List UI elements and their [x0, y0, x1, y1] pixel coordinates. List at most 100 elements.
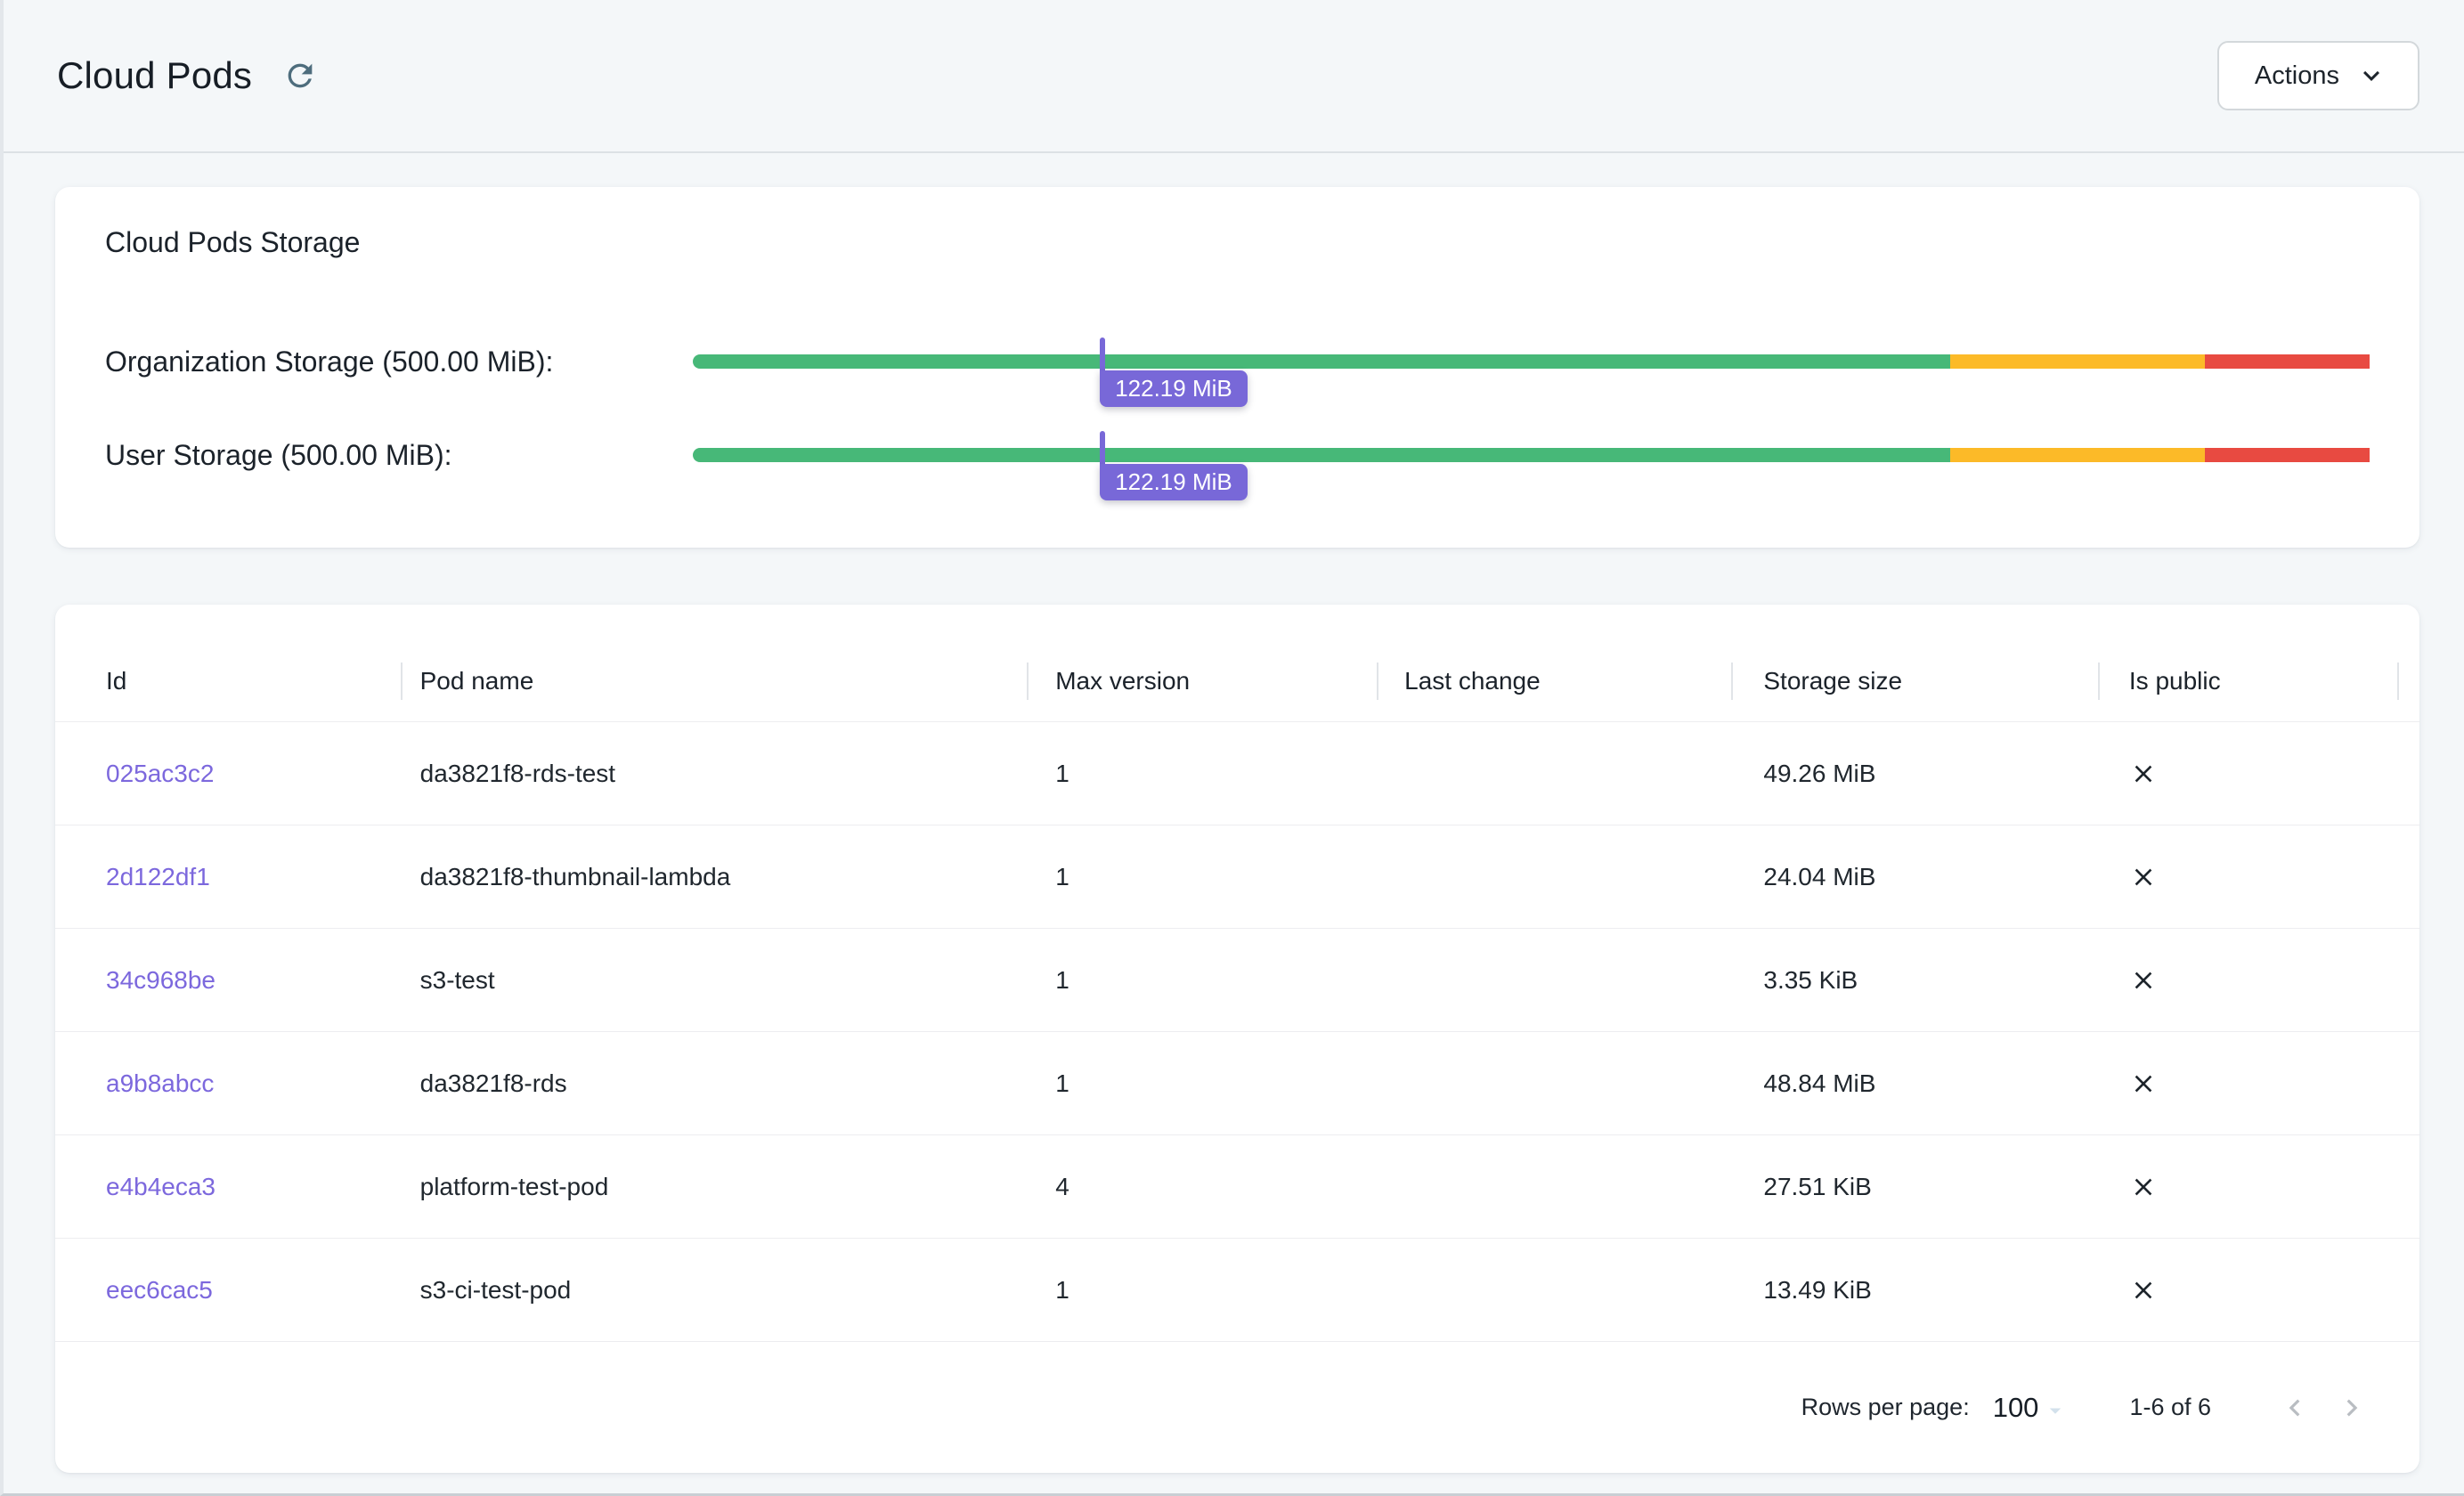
pod-name-cell: platform-test-pod: [401, 1135, 1028, 1238]
max-version-cell: 1: [1027, 722, 1377, 825]
last-change-cell: [1377, 1135, 1731, 1238]
table-row: a9b8abcc da3821f8-rds 1 48.84 MiB: [55, 1031, 2419, 1134]
rows-per-page-select[interactable]: 100: [1993, 1392, 2070, 1424]
column-header-id[interactable]: Id: [55, 640, 401, 721]
page-title: Cloud Pods: [57, 54, 252, 97]
max-version-cell: 1: [1027, 1032, 1377, 1134]
last-change-cell: [1377, 825, 1731, 928]
last-change-cell: [1377, 722, 1731, 825]
table-row: 34c968be s3-test 1 3.35 KiB: [55, 928, 2419, 1031]
table-pagination: Rows per page: 100 1-6 of 6: [55, 1341, 2419, 1473]
is-public-cell: [2098, 1239, 2400, 1341]
column-header-is_public[interactable]: Is public: [2098, 640, 2400, 721]
pod-id-link[interactable]: 34c968be: [106, 966, 215, 995]
max-version-cell: 1: [1027, 825, 1377, 928]
max-version-cell: 4: [1027, 1135, 1377, 1238]
storage-usage-marker: [1100, 337, 1105, 371]
storage-usage-bar: 122.19 MiB: [693, 448, 2370, 462]
refresh-button[interactable]: [279, 54, 321, 97]
storage-usage-row: User Storage (500.00 MiB): 122.19 MiB: [105, 448, 2370, 462]
not-public-icon: [2129, 1276, 2158, 1305]
storage-usage-bar: 122.19 MiB: [693, 354, 2370, 369]
previous-page-button[interactable]: [2266, 1379, 2323, 1436]
storage-bar-yellow-zone: [1950, 448, 2205, 462]
is-public-cell: [2098, 722, 2400, 825]
table-row: eec6cac5 s3-ci-test-pod 1 13.49 KiB: [55, 1238, 2419, 1341]
pod-name-cell: s3-ci-test-pod: [401, 1239, 1028, 1341]
pod-id-link[interactable]: 2d122df1: [106, 863, 210, 891]
max-version-cell: 1: [1027, 929, 1377, 1031]
table-row: 2d122df1 da3821f8-thumbnail-lambda 1 24.…: [55, 825, 2419, 928]
storage-card: Cloud Pods Storage Organization Storage …: [55, 187, 2419, 548]
pod-id-link[interactable]: a9b8abcc: [106, 1069, 214, 1098]
pod-name-cell: da3821f8-rds: [401, 1032, 1028, 1134]
pods-table-card: Id Pod name Max version Last change Storage …: [55, 605, 2419, 1473]
table-row: 025ac3c2 da3821f8-rds-test 1 49.26 MiB: [55, 721, 2419, 825]
pagination-range: 1-6 of 6: [2129, 1394, 2211, 1421]
column-separator: [2397, 663, 2399, 700]
storage-bar-yellow-zone: [1950, 354, 2205, 369]
column-header-label: Is public: [2129, 667, 2221, 695]
is-public-cell: [2098, 1032, 2400, 1134]
storage-card-title: Cloud Pods Storage: [105, 223, 2370, 262]
last-change-cell: [1377, 1032, 1731, 1134]
storage-size-cell: 48.84 MiB: [1731, 1032, 2098, 1134]
not-public-icon: [2129, 966, 2158, 995]
storage-size-cell: 3.35 KiB: [1731, 929, 2098, 1031]
not-public-icon: [2129, 1173, 2158, 1201]
storage-size-cell: 24.04 MiB: [1731, 825, 2098, 928]
refresh-icon: [282, 58, 318, 94]
column-separator: [1377, 663, 1378, 700]
column-header-label: Pod name: [420, 667, 534, 695]
pod-name-cell: da3821f8-thumbnail-lambda: [401, 825, 1028, 928]
not-public-icon: [2129, 760, 2158, 788]
storage-rows: Organization Storage (500.00 MiB): 122.1…: [105, 354, 2370, 462]
last-change-cell: [1377, 1239, 1731, 1341]
storage-usage-label: User Storage (500.00 MiB):: [105, 439, 693, 472]
rows-per-page-label: Rows per page:: [1801, 1394, 1970, 1421]
topbar: Cloud Pods Actions: [4, 0, 2464, 153]
table-body: 025ac3c2 da3821f8-rds-test 1 49.26 MiB 2…: [55, 721, 2419, 1341]
arrow-dropdown-icon: [2042, 1397, 2069, 1424]
max-version-cell: 1: [1027, 1239, 1377, 1341]
storage-size-cell: 27.51 KiB: [1731, 1135, 2098, 1238]
storage-usage-label: Organization Storage (500.00 MiB):: [105, 346, 693, 378]
column-header-pod_name[interactable]: Pod name: [401, 640, 1028, 721]
not-public-icon: [2129, 863, 2158, 891]
column-header-last_change[interactable]: Last change: [1377, 640, 1731, 721]
column-separator: [2098, 663, 2100, 700]
actions-button-label: Actions: [2255, 61, 2339, 91]
column-separator: [1731, 663, 1733, 700]
storage-bar-red-zone: [2205, 354, 2370, 369]
column-header-storage_size[interactable]: Storage size: [1731, 640, 2098, 721]
is-public-cell: [2098, 929, 2400, 1031]
chevron-left-icon: [2278, 1391, 2312, 1425]
column-header-max_version[interactable]: Max version: [1027, 640, 1377, 721]
column-separator: [401, 663, 403, 700]
storage-usage-value: 122.19 MiB: [1100, 370, 1248, 407]
pod-id-link[interactable]: 025ac3c2: [106, 760, 214, 788]
pod-name-cell: s3-test: [401, 929, 1028, 1031]
storage-usage-marker: [1100, 431, 1105, 465]
column-header-label: Max version: [1055, 667, 1190, 695]
storage-size-cell: 13.49 KiB: [1731, 1239, 2098, 1341]
actions-button[interactable]: Actions: [2217, 41, 2419, 110]
column-header-label: Storage size: [1763, 667, 1902, 695]
column-header-label: Id: [106, 667, 126, 695]
last-change-cell: [1377, 929, 1731, 1031]
next-page-button[interactable]: [2323, 1379, 2380, 1436]
chevron-down-icon: [2355, 60, 2387, 92]
is-public-cell: [2098, 1135, 2400, 1238]
storage-usage-row: Organization Storage (500.00 MiB): 122.1…: [105, 354, 2370, 369]
storage-usage-value: 122.19 MiB: [1100, 464, 1248, 500]
rows-per-page-value: 100: [1993, 1392, 2039, 1424]
storage-bar-green-zone: [693, 448, 1950, 462]
pod-id-link[interactable]: eec6cac5: [106, 1276, 213, 1305]
not-public-icon: [2129, 1069, 2158, 1098]
storage-bar-red-zone: [2205, 448, 2370, 462]
pod-id-link[interactable]: e4b4eca3: [106, 1173, 215, 1201]
column-separator: [1027, 663, 1029, 700]
pod-name-cell: da3821f8-rds-test: [401, 722, 1028, 825]
storage-bar-green-zone: [693, 354, 1950, 369]
table-header-row: Id Pod name Max version Last change Storage …: [55, 640, 2419, 721]
